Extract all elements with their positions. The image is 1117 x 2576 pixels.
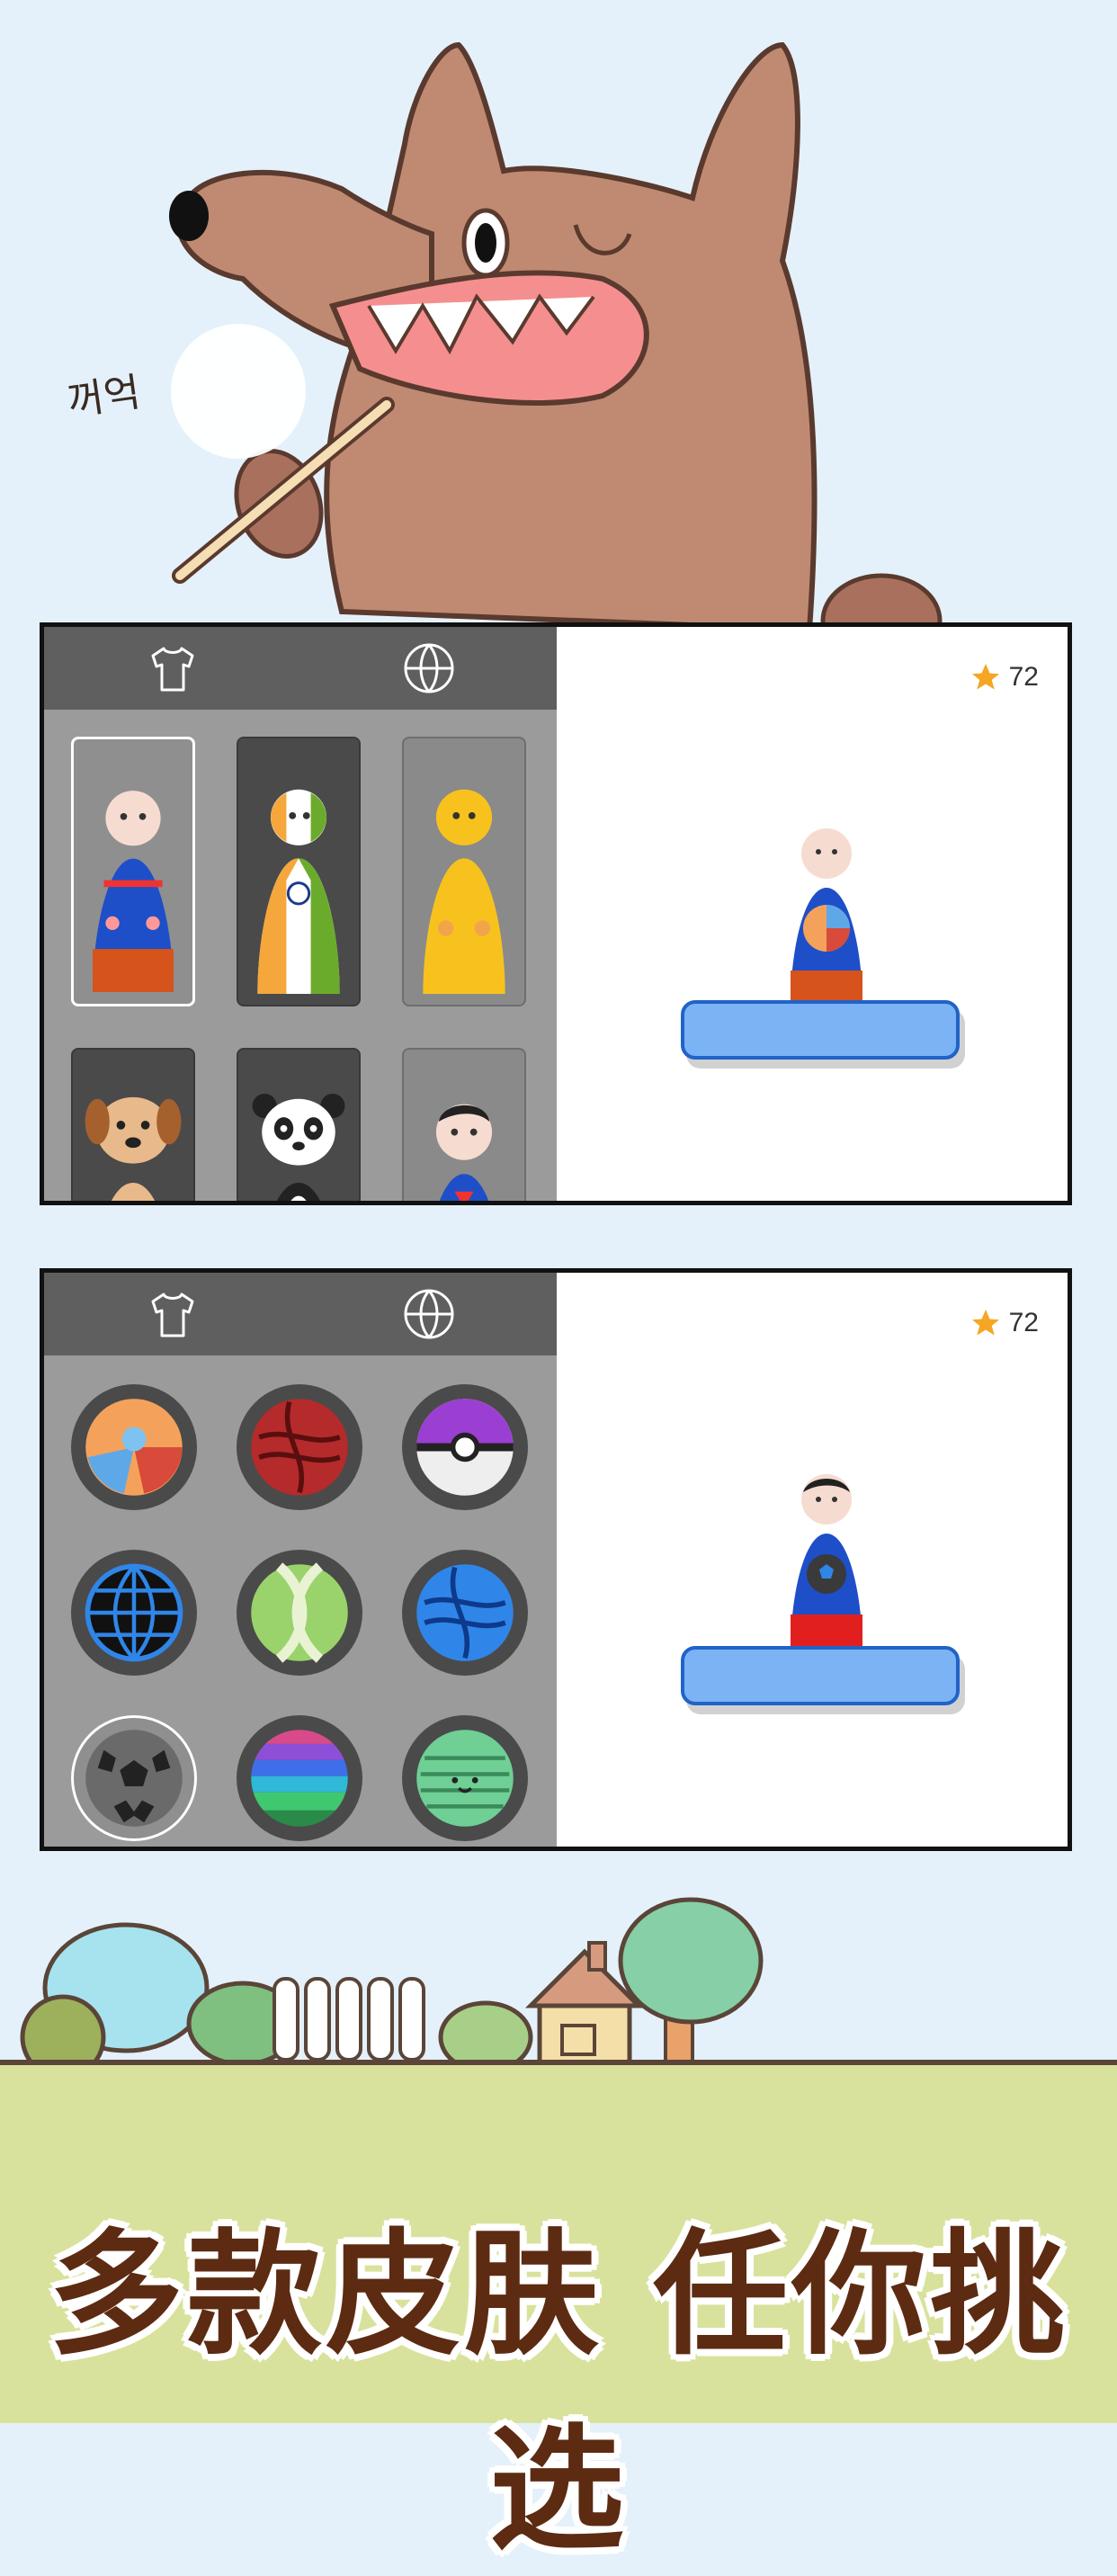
category-tabs — [44, 1273, 557, 1355]
ball-shop-panel: 72 — [40, 1268, 1072, 1851]
tab-balls[interactable] — [300, 627, 557, 710]
item-sidebar — [44, 627, 557, 1201]
tab-balls[interactable] — [300, 1273, 557, 1355]
shirt-icon — [151, 1292, 193, 1337]
coin-count: 72 — [1008, 1308, 1039, 1337]
ball-soccer[interactable] — [71, 1715, 197, 1841]
rainbow-ball-icon — [251, 1730, 348, 1827]
skin-card-india[interactable] — [237, 737, 361, 1006]
blue-volleyball-icon — [416, 1564, 514, 1661]
wolf-illustration — [169, 41, 943, 630]
skin-india-figure — [257, 789, 340, 994]
tab-skins[interactable] — [44, 627, 300, 710]
globe-icon — [85, 1563, 183, 1662]
skin-superman-figure — [435, 1104, 493, 1201]
ball-purple-pokeball[interactable] — [402, 1384, 528, 1510]
star-icon — [971, 1310, 999, 1336]
preview-platform — [681, 1646, 960, 1705]
tennis-ball-icon — [251, 1562, 348, 1663]
basketball-icon — [404, 1289, 453, 1339]
basketball-icon — [404, 643, 453, 693]
red-volleyball-icon — [251, 1399, 348, 1496]
preview-stage: 72 — [557, 627, 1068, 1201]
skin-plain-blue-figure — [93, 791, 174, 992]
preview-platform — [681, 1000, 960, 1060]
beach-ball-icon — [85, 1399, 183, 1496]
shirt-icon — [151, 647, 193, 692]
preview-character — [791, 828, 862, 1005]
soccer-ball-icon — [85, 1730, 183, 1827]
coin-counter: 72 — [970, 661, 1039, 693]
ball-red-volleyball[interactable] — [237, 1384, 362, 1510]
ball-rainbow[interactable] — [237, 1715, 362, 1841]
ball-beach[interactable] — [71, 1384, 197, 1510]
category-tabs — [44, 627, 557, 710]
skin-card-dog[interactable] — [71, 1048, 195, 1201]
smile-ball-icon — [416, 1730, 514, 1827]
skin-card-plain-blue[interactable] — [71, 737, 195, 1006]
coin-count: 72 — [1008, 662, 1039, 692]
skin-shop-panel: 72 — [40, 622, 1072, 1205]
skin-yellow-chick-figure — [423, 789, 505, 994]
star-icon — [971, 664, 999, 690]
promo-slogan: 多款皮肤 任你挑选 — [48, 2217, 1069, 2569]
skin-panda-figure — [252, 1093, 345, 1201]
skin-dog-figure — [85, 1096, 182, 1201]
tab-skins[interactable] — [44, 1273, 300, 1355]
pokeball-icon — [416, 1399, 514, 1496]
preview-stage: 72 — [557, 1273, 1068, 1847]
ball-blue-volleyball[interactable] — [402, 1550, 528, 1676]
ball-blue-globe[interactable] — [71, 1550, 197, 1676]
skin-card-panda[interactable] — [237, 1048, 361, 1201]
preview-character — [791, 1474, 862, 1650]
coin-counter: 72 — [970, 1307, 1039, 1339]
skin-card-superman[interactable] — [402, 1048, 526, 1201]
ball-green-smile[interactable] — [402, 1715, 528, 1841]
item-sidebar — [44, 1273, 557, 1847]
skin-card-yellow-chick[interactable] — [402, 737, 526, 1006]
ball-green-tennis[interactable] — [237, 1550, 362, 1676]
